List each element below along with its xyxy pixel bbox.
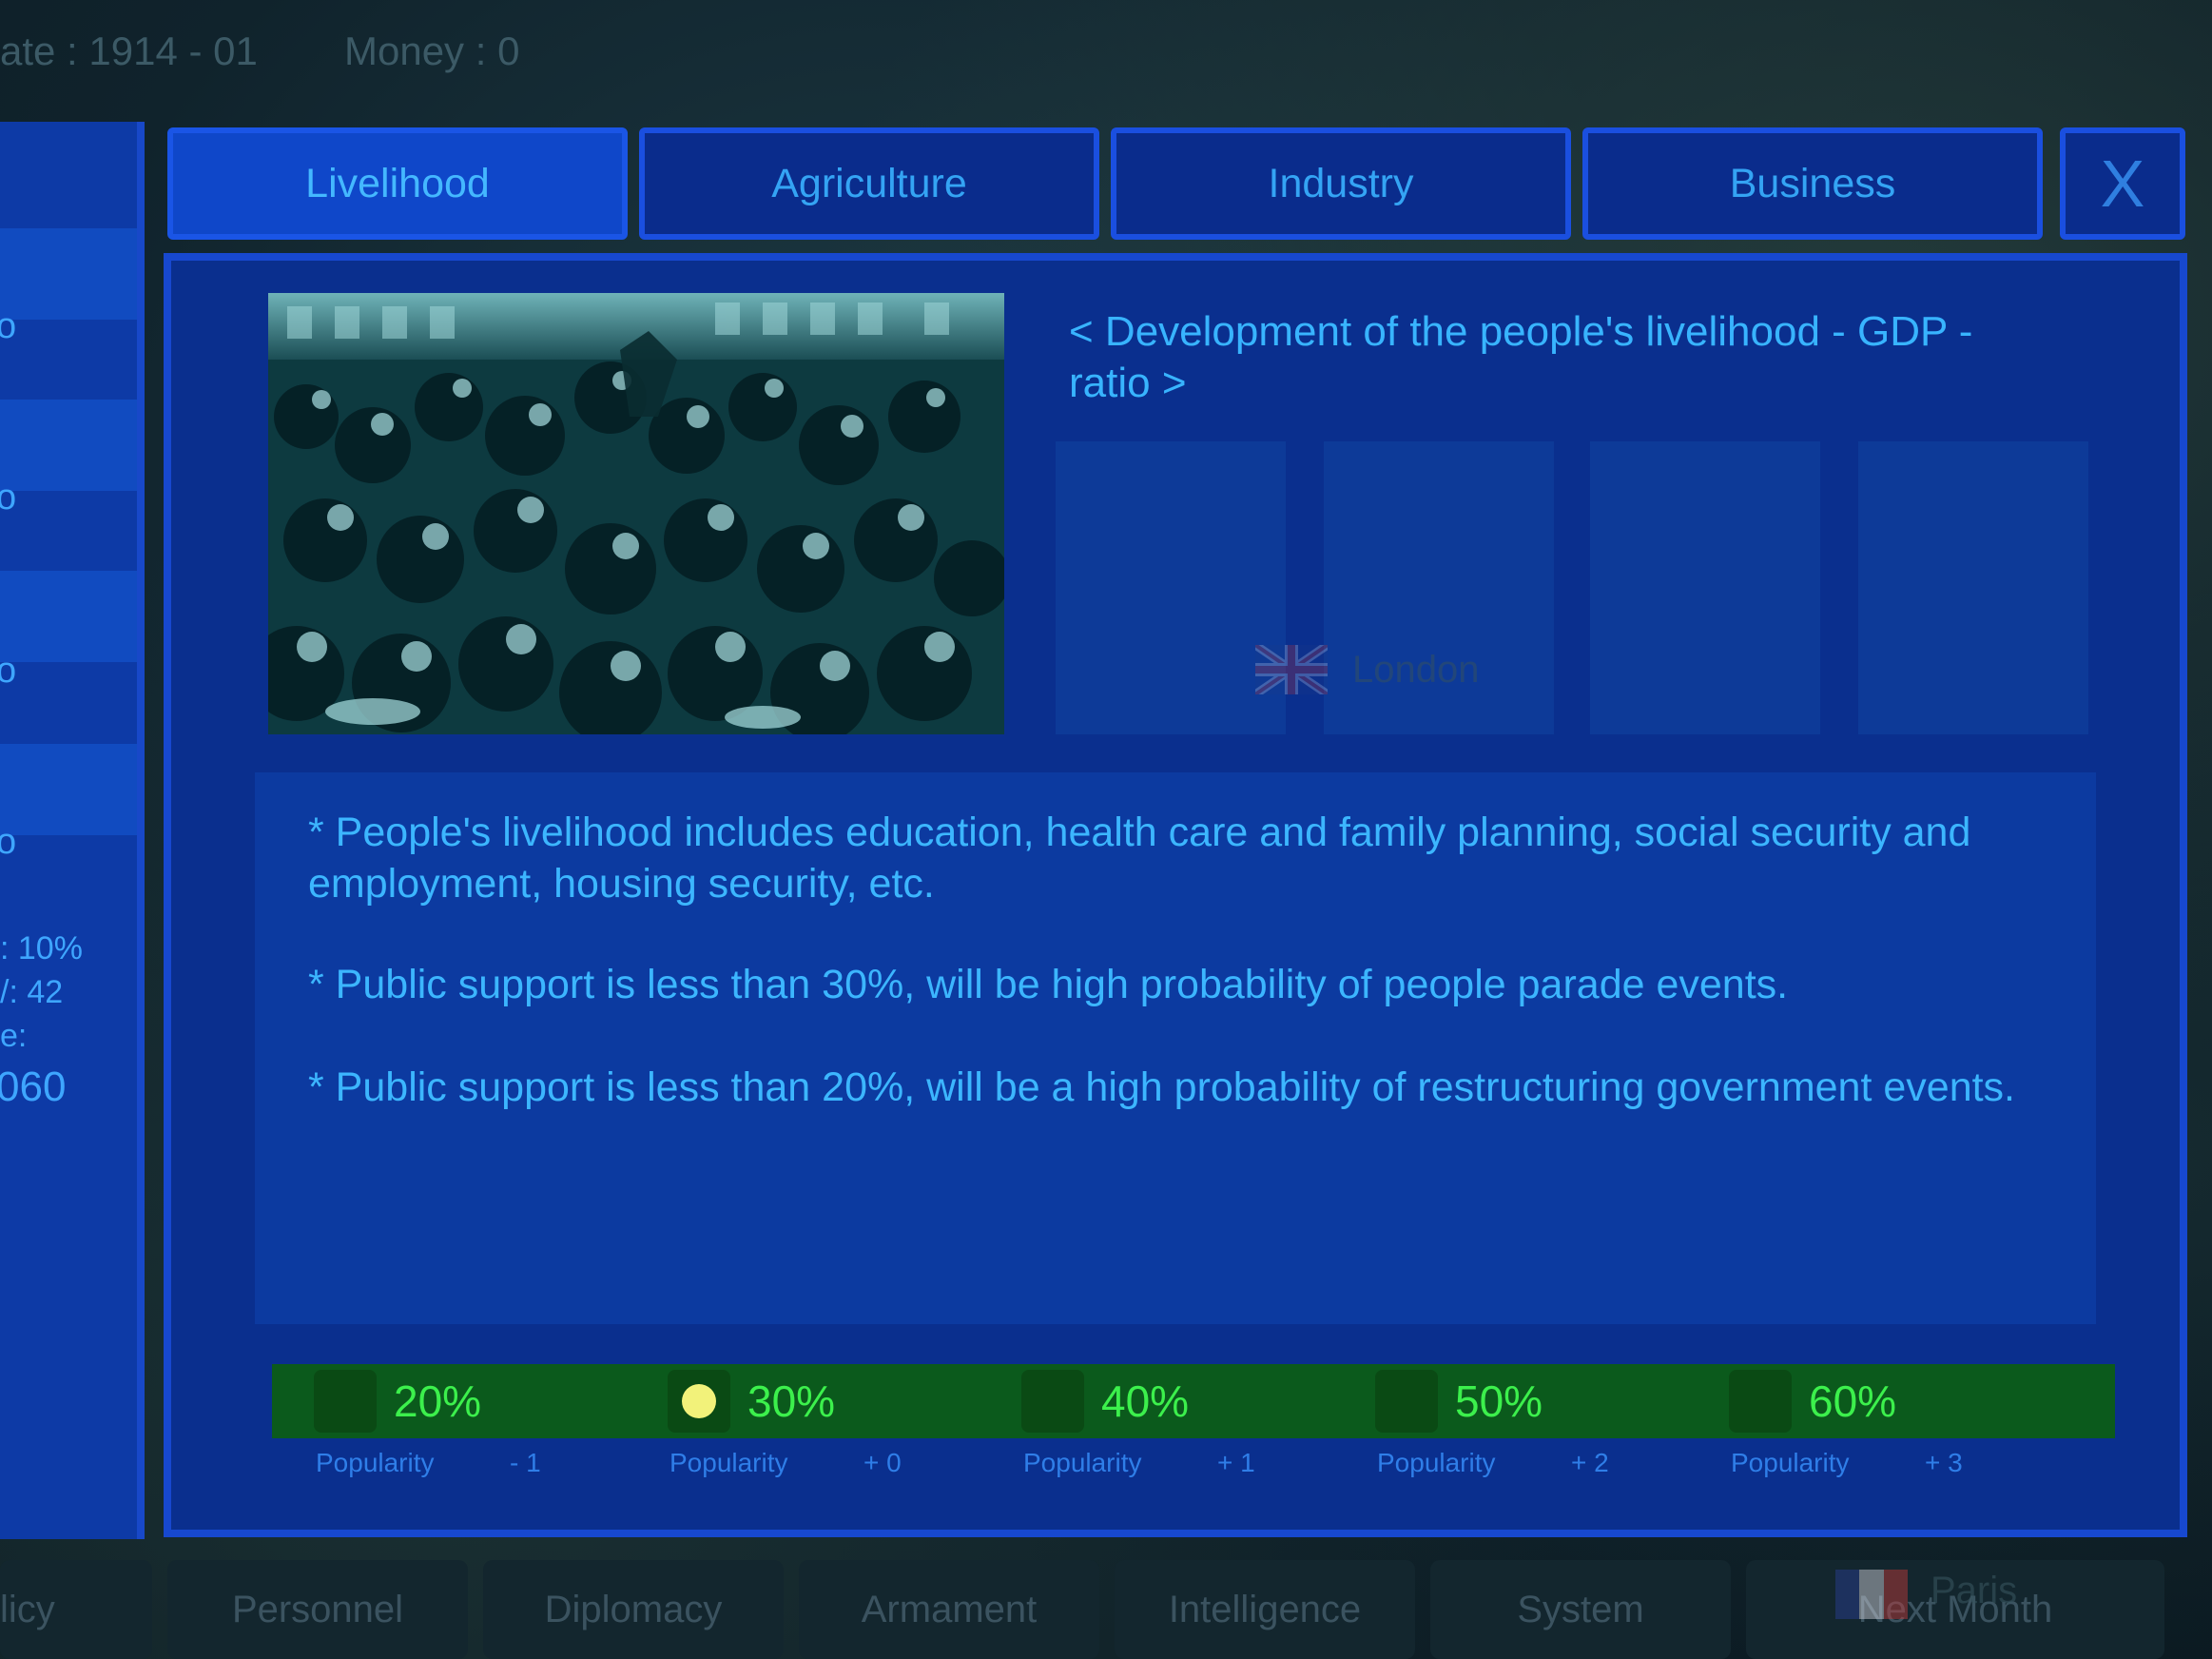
- left-panel-row: [0, 571, 137, 662]
- left-panel-pct: o: [0, 306, 17, 346]
- option-radio-30[interactable]: [668, 1370, 730, 1433]
- selected-dot-icon: [682, 1384, 716, 1418]
- option-radio-60[interactable]: [1729, 1370, 1792, 1433]
- image-slot: [1590, 441, 1820, 734]
- tab-industry[interactable]: Industry: [1111, 127, 1571, 240]
- france-flag-icon: [1835, 1570, 1908, 1619]
- option-modifier: + 2: [1571, 1448, 1609, 1477]
- menu-intelligence-button[interactable]: Intelligence: [1115, 1560, 1415, 1659]
- option-radio-50[interactable]: [1375, 1370, 1438, 1433]
- option-label: Popularity: [1377, 1448, 1496, 1477]
- crowd-photo-image: [268, 293, 1004, 734]
- description-line: * Public support is less than 20%, will …: [308, 1064, 2015, 1110]
- left-panel-stat: /: 42: [0, 974, 64, 1010]
- menu-diplomacy-button[interactable]: Diplomacy: [483, 1560, 784, 1659]
- option-pct[interactable]: 40%: [1101, 1376, 1189, 1427]
- left-panel-pct: o: [0, 478, 17, 517]
- option-radio-20[interactable]: [314, 1370, 377, 1433]
- image-slot: [1858, 441, 2088, 734]
- tab-business[interactable]: Business: [1582, 127, 2043, 240]
- money-display: Money : 0: [344, 29, 520, 73]
- date-display: ate : 1914 - 01: [0, 29, 258, 73]
- menu-system-button[interactable]: System: [1430, 1560, 1731, 1659]
- option-pct[interactable]: 20%: [394, 1376, 481, 1427]
- left-panel-row: [0, 744, 137, 835]
- option-label: Popularity: [1731, 1448, 1850, 1477]
- left-panel-stat: e:: [0, 1018, 28, 1054]
- close-button[interactable]: X: [2060, 127, 2185, 240]
- left-panel-row: [0, 228, 137, 320]
- menu-personnel-button[interactable]: Personnel: [167, 1560, 468, 1659]
- left-panel-row: [0, 400, 137, 491]
- option-modifier: + 1: [1217, 1448, 1255, 1477]
- map-label-london: London: [1352, 649, 1480, 691]
- panel-heading: < Development of the people's livelihood…: [1069, 308, 1973, 406]
- image-slot: [1056, 441, 1286, 734]
- option-radio-40[interactable]: [1021, 1370, 1084, 1433]
- option-pct[interactable]: 60%: [1809, 1376, 1896, 1427]
- tab-livelihood[interactable]: Livelihood: [167, 127, 628, 240]
- left-panel-pct: o: [0, 651, 17, 691]
- left-side-panel: o o o o : 10% /: 42 e: 060: [0, 122, 145, 1539]
- option-modifier: - 1: [510, 1448, 541, 1477]
- option-label: Popularity: [1023, 1448, 1142, 1477]
- description-line: * People's livelihood includes education…: [308, 810, 1971, 907]
- uk-flag-icon: [1252, 641, 1330, 698]
- option-pct[interactable]: 50%: [1455, 1376, 1543, 1427]
- left-panel-pct: o: [0, 822, 17, 862]
- left-panel-stat: : 10%: [0, 930, 83, 966]
- menu-policy-button[interactable]: licy: [0, 1560, 152, 1659]
- crowd-photo: [268, 293, 1004, 734]
- tab-agriculture[interactable]: Agriculture: [639, 127, 1099, 240]
- option-pct[interactable]: 30%: [747, 1376, 835, 1427]
- option-modifier: + 0: [863, 1448, 902, 1477]
- option-modifier: + 3: [1925, 1448, 1963, 1477]
- menu-armament-button[interactable]: Armament: [799, 1560, 1099, 1659]
- description-line: * Public support is less than 30%, will …: [308, 962, 1789, 1007]
- option-label: Popularity: [316, 1448, 435, 1477]
- map-label-paris: Paris: [1931, 1570, 2018, 1611]
- left-panel-value: 060: [0, 1064, 67, 1110]
- option-label: Popularity: [669, 1448, 788, 1477]
